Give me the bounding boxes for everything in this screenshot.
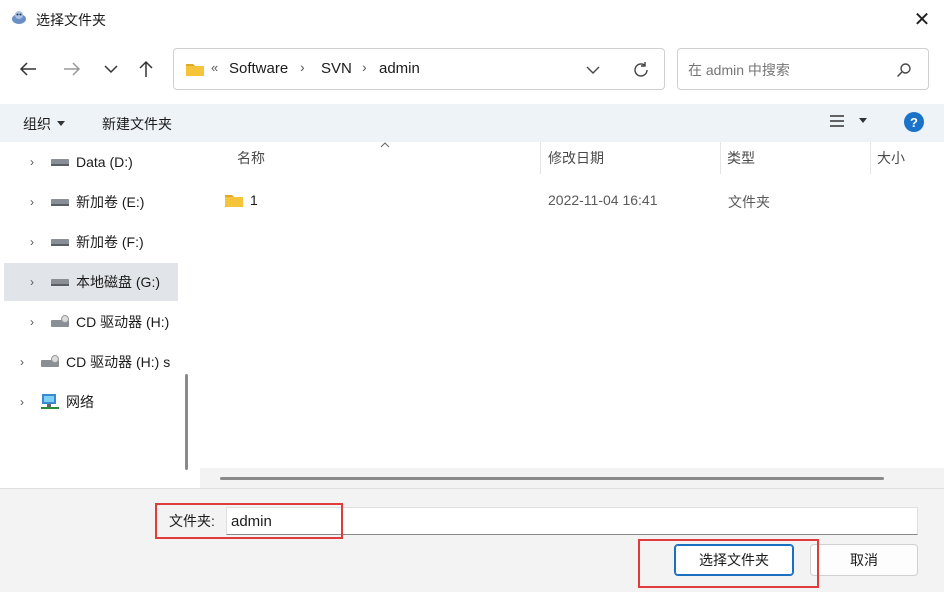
drive-icon <box>51 199 69 206</box>
forward-button[interactable] <box>55 52 89 86</box>
address-history-icon[interactable] <box>586 65 600 75</box>
drive-icon <box>51 279 69 286</box>
list-view-icon <box>830 115 844 127</box>
refresh-icon[interactable] <box>632 61 650 79</box>
column-header-name[interactable]: 名称 <box>237 142 265 174</box>
close-button[interactable]: ✕ <box>900 2 944 36</box>
breadcrumb-svn[interactable]: SVN <box>321 60 352 77</box>
organize-label: 组织 <box>23 116 51 132</box>
close-icon: ✕ <box>913 8 931 31</box>
sidebar-item-label: 本地磁盘 (G:) <box>76 274 160 290</box>
chevron-right-icon[interactable]: › <box>14 395 30 409</box>
chevron-right-icon[interactable]: › <box>24 195 40 209</box>
drive-icon <box>51 239 69 246</box>
back-button[interactable] <box>11 52 45 86</box>
sidebar-item-label: CD 驱动器 (H:) <box>76 314 170 330</box>
help-button[interactable]: ? <box>904 112 924 132</box>
title-bar: 选择文件夹 ✕ <box>0 0 944 38</box>
chevron-right-icon[interactable]: › <box>14 355 30 369</box>
arrow-right-icon <box>64 62 81 76</box>
toolbar: 组织 新建文件夹 ? <box>0 104 944 142</box>
table-row[interactable]: 1 2022-11-04 16:41 文件夹 <box>214 182 934 218</box>
sidebar-item-label: 新加卷 (F:) <box>76 234 144 250</box>
cancel-button[interactable]: 取消 <box>810 544 918 576</box>
caret-down-icon <box>57 121 65 126</box>
cd-drive-icon <box>51 315 69 327</box>
arrow-up-icon <box>139 60 153 77</box>
row-modified: 2022-11-04 16:41 <box>548 192 658 208</box>
horizontal-scrollbar-thumb[interactable] <box>220 477 884 480</box>
chevron-right-icon[interactable]: › <box>24 235 40 249</box>
address-bar[interactable]: « Software › SVN › admin <box>173 48 665 90</box>
annotation-highlight-box <box>638 539 819 588</box>
column-divider[interactable] <box>540 142 541 174</box>
folder-icon <box>186 64 204 76</box>
chevron-right-icon[interactable]: › <box>362 59 367 75</box>
chevron-right-icon[interactable]: › <box>24 315 40 329</box>
network-icon <box>41 394 59 409</box>
up-button[interactable] <box>129 52 163 86</box>
row-type: 文件夹 <box>728 194 770 210</box>
caret-down-icon <box>859 118 867 123</box>
column-divider[interactable] <box>870 142 871 174</box>
breadcrumb-overflow[interactable]: « <box>211 60 218 75</box>
sidebar-item-label: Data (D:) <box>76 154 133 170</box>
column-divider[interactable] <box>720 142 721 174</box>
sidebar-item-label: 网络 <box>66 394 94 410</box>
breadcrumb-admin[interactable]: admin <box>379 60 420 77</box>
chevron-right-icon[interactable]: › <box>24 275 40 289</box>
cd-drive-icon <box>41 355 59 367</box>
sidebar-item-network[interactable]: › 网络 <box>0 383 178 421</box>
sidebar-scrollbar[interactable] <box>185 374 188 470</box>
sidebar-item-local-disk-g[interactable]: › 本地磁盘 (G:) <box>4 263 178 301</box>
chevron-right-icon[interactable]: › <box>300 59 305 75</box>
sort-ascending-icon <box>380 142 390 148</box>
sidebar-item-label: 新加卷 (E:) <box>76 194 145 210</box>
row-name: 1 <box>250 192 258 208</box>
drive-icon <box>51 159 69 166</box>
breadcrumb-software[interactable]: Software <box>229 60 288 77</box>
column-header-modified[interactable]: 修改日期 <box>548 142 604 174</box>
chevron-right-icon[interactable]: › <box>24 155 40 169</box>
help-icon: ? <box>910 114 918 130</box>
column-header-size[interactable]: 大小 <box>877 142 905 174</box>
view-menu[interactable] <box>829 114 867 128</box>
organize-menu[interactable]: 组织 <box>23 114 65 134</box>
sidebar-item-data-d[interactable]: › Data (D:) <box>4 143 178 181</box>
file-list: 名称 修改日期 类型 大小 1 2022-11-04 16:41 文件夹 <box>196 142 944 488</box>
sidebar-item-label: CD 驱动器 (H:) s <box>66 354 171 370</box>
sidebar-item-volume-e[interactable]: › 新加卷 (E:) <box>4 183 178 221</box>
window-title: 选择文件夹 <box>36 12 106 28</box>
new-folder-button[interactable]: 新建文件夹 <box>102 114 172 134</box>
chevron-down-icon <box>104 65 118 74</box>
sidebar-item-volume-f[interactable]: › 新加卷 (F:) <box>4 223 178 261</box>
recent-locations-button[interactable] <box>94 52 128 86</box>
annotation-highlight-box <box>155 503 343 539</box>
arrow-left-icon <box>19 62 36 76</box>
sidebar-item-cd-drive-h[interactable]: › CD 驱动器 (H:) <box>4 303 178 341</box>
folder-icon <box>225 195 243 207</box>
search-icon[interactable] <box>896 62 912 78</box>
column-header-type[interactable]: 类型 <box>727 142 755 174</box>
app-icon <box>10 9 28 27</box>
navigation-pane: › Data (D:) › 新加卷 (E:) › 新加卷 (F:) › 本地磁盘… <box>0 142 196 488</box>
search-box[interactable] <box>677 48 929 90</box>
sidebar-item-cd-drive-h-root[interactable]: › CD 驱动器 (H:) s <box>0 343 178 381</box>
search-input[interactable] <box>686 57 890 83</box>
